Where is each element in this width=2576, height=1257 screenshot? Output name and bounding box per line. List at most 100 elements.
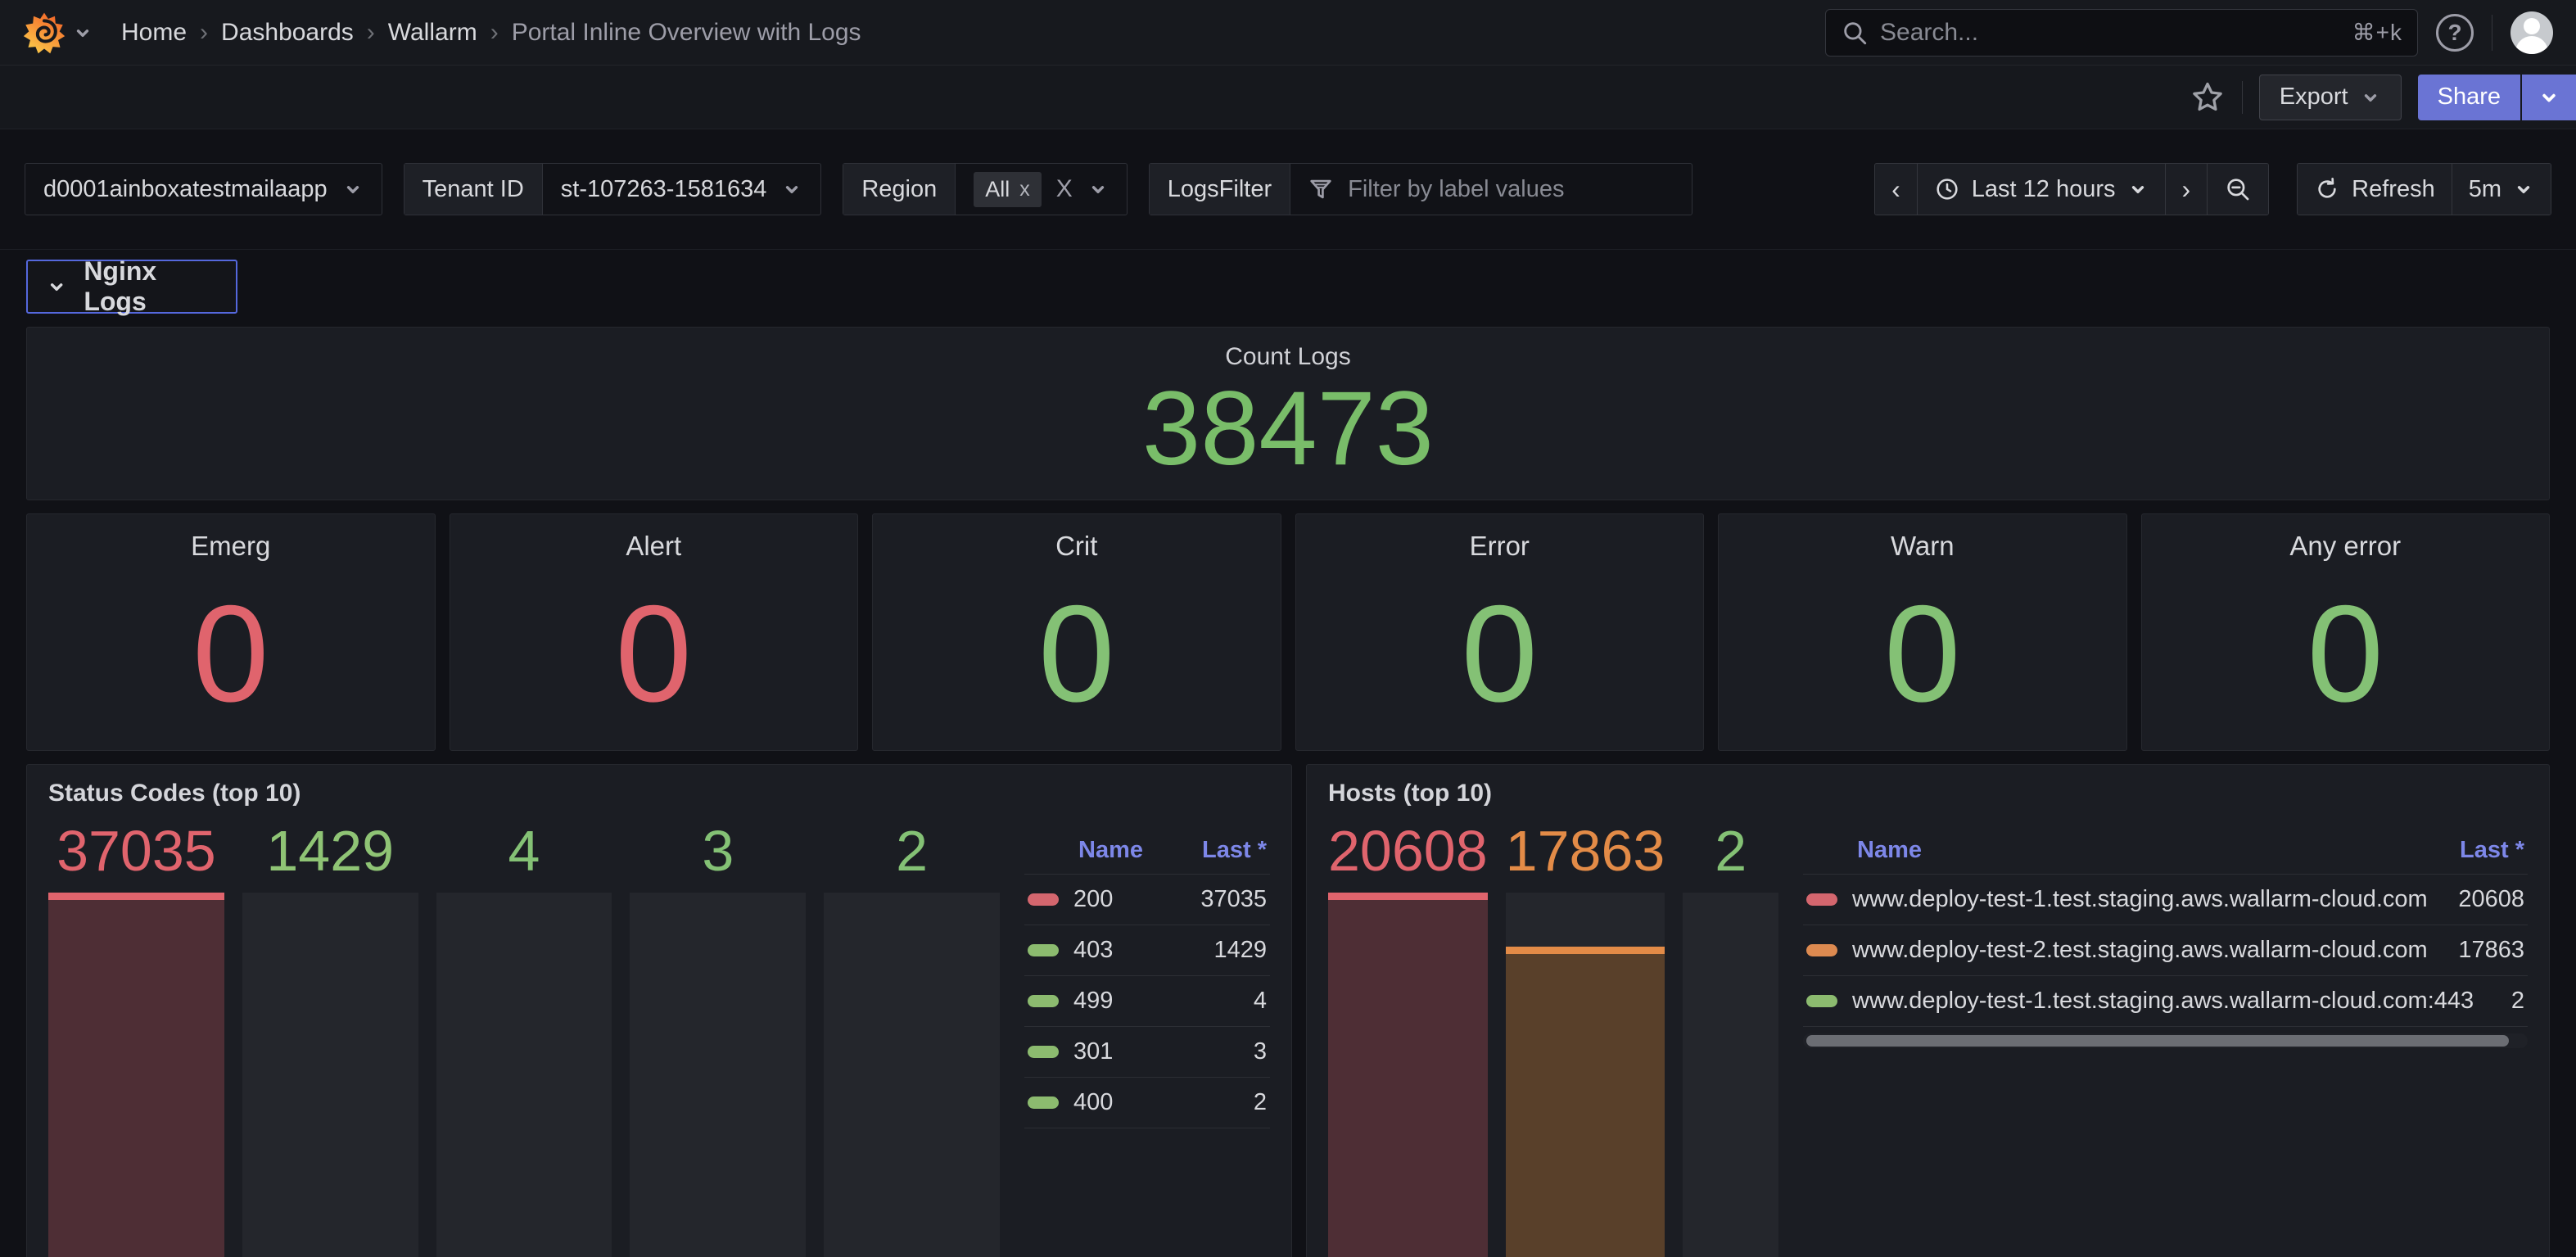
app-variable-dropdown[interactable]: d0001ainboxatestmailaapp <box>25 163 382 215</box>
refresh-interval-dropdown[interactable]: 5m <box>2452 164 2551 215</box>
bar-403: 1429 <box>242 822 418 1257</box>
help-icon[interactable]: ? <box>2436 14 2474 52</box>
stat-value: 0 <box>1038 585 1114 722</box>
stat-value: 0 <box>2307 585 2384 722</box>
section-chevron-down-icon <box>46 275 67 298</box>
series-value: 2 <box>2511 988 2524 1015</box>
app-variable-value: d0001ainboxatestmailaapp <box>43 176 328 203</box>
time-shift-forward-button[interactable]: › <box>2166 164 2208 215</box>
legend-row: 200 37035 <box>1024 875 1270 925</box>
breadcrumb-home[interactable]: Home <box>121 19 187 47</box>
region-chip-remove-icon[interactable]: x <box>1019 178 1030 201</box>
chevron-down-icon <box>781 179 802 200</box>
series-name[interactable]: 200 <box>1073 886 1113 913</box>
bar-value: 3 <box>630 822 806 884</box>
search-icon <box>1841 19 1869 47</box>
tenant-id-value: st-107263-1581634 <box>561 176 767 203</box>
series-color-pill[interactable] <box>1028 1046 1059 1058</box>
stat-panel-error: Error 0 <box>1295 513 1705 751</box>
bar-track <box>824 893 1000 1257</box>
status-codes-bars: 37035 1429 4 3 <box>48 822 1000 1257</box>
stat-title: Any error <box>2289 531 2401 562</box>
series-color-pill[interactable] <box>1028 893 1059 906</box>
legend-row: www.deploy-test-1.test.staging.aws.walla… <box>1803 976 2528 1027</box>
stats-row: Emerg 0 Alert 0 Crit 0 Error 0 Warn 0 An… <box>26 513 2550 751</box>
search-box[interactable]: ⌘+k <box>1825 9 2418 57</box>
export-chevron-down-icon <box>2360 87 2381 108</box>
legend-row: 301 3 <box>1024 1027 1270 1078</box>
series-name[interactable]: www.deploy-test-2.test.staging.aws.walla… <box>1852 937 2428 964</box>
bar-499: 4 <box>436 822 612 1257</box>
grafana-logo-menu[interactable] <box>23 11 93 54</box>
legend-value-header[interactable]: Last * <box>1202 837 1267 864</box>
refresh-button[interactable]: Refresh <box>2298 164 2452 215</box>
stat-title: Alert <box>626 531 681 562</box>
export-button-label: Export <box>2280 84 2348 111</box>
bar-fill <box>48 893 224 1257</box>
refresh-icon <box>2314 176 2340 202</box>
stat-title: Crit <box>1055 531 1097 562</box>
series-value: 4 <box>1254 988 1267 1015</box>
legend-value-header[interactable]: Last * <box>2460 837 2524 864</box>
series-color-pill[interactable] <box>1028 1096 1059 1109</box>
user-avatar[interactable] <box>2510 11 2553 54</box>
chevron-down-icon <box>342 179 364 200</box>
legend-row: www.deploy-test-1.test.staging.aws.walla… <box>1803 875 2528 925</box>
bar-200: 37035 <box>48 822 224 1257</box>
stat-panel-crit: Crit 0 <box>872 513 1281 751</box>
toolbar-divider <box>2242 81 2243 114</box>
stat-value: 0 <box>1884 585 1960 722</box>
legend-name-header[interactable]: Name <box>1857 837 1922 864</box>
logs-filter-variable[interactable]: LogsFilter Filter by label values <box>1149 163 1692 215</box>
series-value: 3 <box>1254 1038 1267 1065</box>
time-range-picker[interactable]: Last 12 hours <box>1918 164 2166 215</box>
series-name[interactable]: www.deploy-test-1.test.staging.aws.walla… <box>1852 886 2428 913</box>
export-button[interactable]: Export <box>2259 75 2402 120</box>
breadcrumb-dashboards[interactable]: Dashboards <box>221 19 354 47</box>
series-name[interactable]: www.deploy-test-1.test.staging.aws.walla… <box>1852 988 2474 1015</box>
region-chip-label: All <box>985 177 1010 202</box>
series-color-pill[interactable] <box>1806 944 1837 956</box>
bar-host-3: 2 <box>1683 822 1778 1257</box>
tenant-id-label: Tenant ID <box>404 164 543 215</box>
refresh-label: Refresh <box>2352 176 2435 203</box>
logs-filter-label: LogsFilter <box>1150 164 1290 215</box>
nginx-logs-section-toggle[interactable]: Nginx Logs <box>26 260 237 314</box>
series-name[interactable]: 499 <box>1073 988 1113 1015</box>
chevron-down-icon[interactable] <box>1087 179 1109 200</box>
series-color-pill[interactable] <box>1806 995 1837 1007</box>
time-shift-back-button[interactable]: ‹ <box>1875 164 1918 215</box>
breadcrumb-wallarm[interactable]: Wallarm <box>388 19 477 47</box>
bar-value: 4 <box>436 822 612 884</box>
status-codes-title: Status Codes (top 10) <box>48 780 1270 807</box>
stat-title: Warn <box>1891 531 1955 562</box>
legend-name-header[interactable]: Name <box>1078 837 1143 864</box>
region-variable[interactable]: Region All x X <box>843 163 1127 215</box>
tenant-id-variable[interactable]: Tenant ID st-107263-1581634 <box>404 163 822 215</box>
scrollbar-thumb[interactable] <box>1806 1035 2509 1047</box>
share-button[interactable]: Share <box>2418 75 2520 120</box>
series-color-pill[interactable] <box>1028 944 1059 956</box>
chevron-down-icon <box>2513 179 2534 200</box>
region-chip-all[interactable]: All x <box>974 172 1042 207</box>
logs-filter-input[interactable]: Filter by label values <box>1290 164 1692 215</box>
series-name[interactable]: 301 <box>1073 1038 1113 1065</box>
search-shortcut-badge: ⌘+k <box>2352 19 2402 46</box>
series-color-pill[interactable] <box>1028 995 1059 1007</box>
bar-value: 20608 <box>1328 822 1488 884</box>
series-name[interactable]: 400 <box>1073 1089 1113 1116</box>
stat-panel-alert: Alert 0 <box>450 513 859 751</box>
top-nav: Home › Dashboards › Wallarm › Portal Inl… <box>0 0 2576 66</box>
stat-value: 0 <box>616 585 692 722</box>
refresh-interval-value: 5m <box>2469 176 2501 203</box>
favorite-star-button[interactable] <box>2190 79 2226 115</box>
zoom-out-time-button[interactable] <box>2208 164 2268 215</box>
share-dropdown-button[interactable] <box>2522 75 2576 120</box>
series-color-pill[interactable] <box>1806 893 1837 906</box>
series-name[interactable]: 403 <box>1073 937 1113 964</box>
search-input[interactable] <box>1880 19 2341 47</box>
legend-horizontal-scrollbar <box>1803 1033 2528 1048</box>
region-clear-icon[interactable]: X <box>1056 175 1073 203</box>
status-codes-panel: Status Codes (top 10) 37035 1429 4 <box>26 764 1292 1257</box>
series-value: 20608 <box>2458 886 2524 913</box>
